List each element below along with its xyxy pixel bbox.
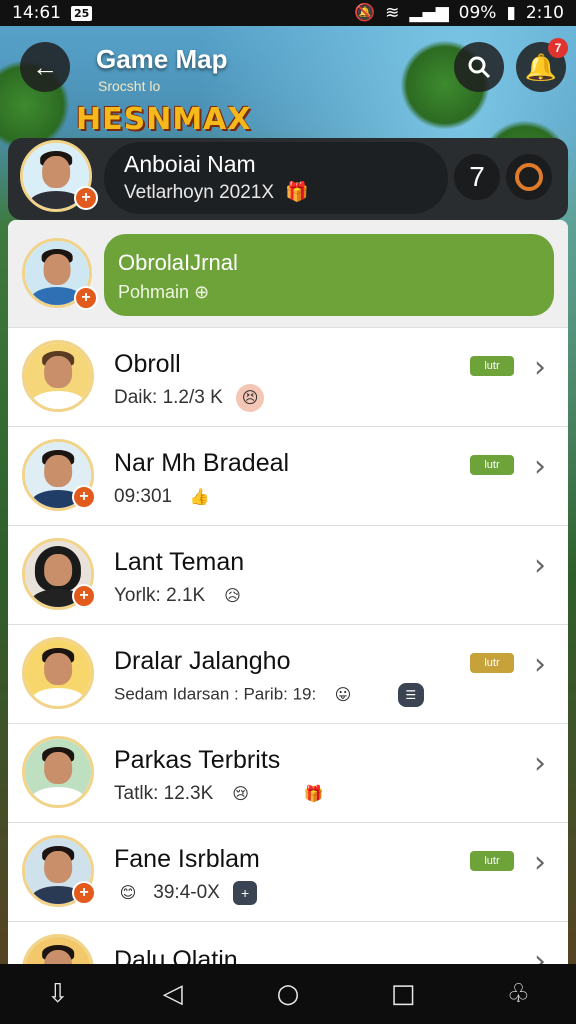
list-item[interactable]: Obroll Daik: 1.2/3 K 😣 lutr › (8, 328, 568, 427)
emoji-reaction-icon: 😣 (236, 384, 265, 412)
system-nav-bar: ⇩ ◁ ○ □ ♧ (0, 964, 576, 1024)
add-badge-icon[interactable]: + (72, 881, 96, 905)
contact-status: Sedam Idarsan : Parib: 19: 😛 ☰ (114, 681, 424, 709)
add-badge-icon[interactable]: + (74, 186, 98, 210)
avatar (22, 340, 94, 412)
gift-icon: 🎁 (285, 182, 309, 203)
mute-icon: 🔕 (354, 3, 376, 23)
chevron-right-icon[interactable]: › (534, 746, 546, 781)
chevron-right-icon[interactable]: › (534, 845, 546, 880)
status-badge: 25 (71, 5, 93, 21)
profile-name: Anboiai Nam (124, 151, 256, 177)
add-badge-icon[interactable]: + (72, 485, 96, 509)
counter-value: 7 (469, 161, 485, 192)
status-time-right: 2:10 (525, 3, 564, 23)
contact-status-text: 09:301 (114, 486, 173, 508)
contact-status-text: Sedam Idarsan : Parib: 19: (114, 684, 317, 704)
search-button[interactable] (454, 42, 504, 92)
contact-status-text: Daik: 1.2/3 K (114, 387, 223, 409)
chevron-right-icon[interactable]: › (534, 647, 546, 682)
page-subtitle: Srocsht lo (98, 78, 161, 94)
list-item[interactable]: Parkas Terbrits Tatlk: 12.3K 😢 🎁 › (8, 724, 568, 823)
counter-button[interactable]: 7 (454, 154, 500, 200)
contact-name: Nar Mh Bradeal (114, 449, 290, 477)
status-time-left: 14:61 (12, 3, 61, 23)
profile-subtitle: Vetlarhoyn 2021X 🎁 (124, 180, 309, 204)
list-item[interactable]: Dralar Jalangho Sedam Idarsan : Parib: 1… (8, 625, 568, 724)
contact-status: 😊 39:4-0X + (114, 879, 258, 907)
search-icon (468, 56, 491, 79)
contact-status: Pohmain ⊕ (118, 282, 209, 303)
battery-icon: ▮ (506, 3, 516, 23)
thumbs-up-icon: 👍 (189, 489, 210, 506)
contact-name: Parkas Terbrits (114, 746, 281, 774)
smile-face-icon: 😊 (119, 885, 137, 902)
profile-subtitle-text: Vetlarhoyn 2021X (124, 182, 275, 203)
nav-recents-button[interactable]: □ (373, 979, 433, 1009)
contact-name: Obroll (114, 350, 181, 378)
signal-icon: ▂▄▆ (409, 3, 449, 23)
contact-list: + ObrolaIJrnal Pohmain ⊕ Obroll Daik: 1.… (8, 220, 568, 980)
list-item[interactable]: + Fane Isrblam 😊 39:4-0X + lutr › (8, 823, 568, 922)
page-title: Game Map (96, 44, 228, 74)
list-item[interactable]: + Lant Teman Yorlk: 2.1K 😥 › (8, 526, 568, 625)
status-bar: 14:61 25 🔕 ≋ ▂▄▆ 09% ▮ 2:10 (0, 0, 576, 26)
crying-face-icon: 😢 (232, 786, 249, 803)
notifications-button[interactable]: 🔔 7 (516, 38, 568, 92)
status-badge: lutr (470, 356, 514, 376)
contact-status: Daik: 1.2/3 K 😣 (114, 384, 265, 412)
contact-status-text: Pohmain (118, 282, 190, 302)
accessibility-icon[interactable]: ♧ (488, 979, 548, 1009)
back-button[interactable]: ← (20, 42, 70, 92)
list-item[interactable]: + ObrolaIJrnal Pohmain ⊕ (8, 220, 568, 328)
wifi-icon: ≋ (385, 3, 400, 23)
contact-status-text: 39:4-0X (153, 882, 220, 904)
calendar-icon: + (233, 881, 258, 905)
battery-percent: 09% (458, 3, 497, 23)
add-badge-icon[interactable]: + (72, 584, 96, 608)
collapse-icon[interactable]: ⇩ (28, 979, 88, 1009)
add-badge-icon[interactable]: + (74, 286, 98, 310)
notification-count: 7 (548, 38, 568, 58)
contact-name: Lant Teman (114, 548, 245, 576)
list-item[interactable]: + Nar Mh Bradeal 09:301 👍 lutr › (8, 427, 568, 526)
contact-name: Fane Isrblam (114, 845, 260, 873)
nav-home-button[interactable]: ○ (258, 979, 318, 1009)
contact-status: 09:301 👍 (114, 483, 213, 511)
game-logo: HESNMAX (76, 102, 252, 137)
chat-icon: ☰ (397, 683, 424, 707)
header: ← Game Map Srocsht lo HESNMAX 🔔 7 (0, 26, 576, 138)
sad-face-icon: 😥 (224, 588, 241, 605)
tongue-face-icon: 😛 (334, 687, 352, 704)
status-badge: lutr (470, 653, 514, 673)
gift-icon: 🎁 (303, 786, 324, 803)
coin-button[interactable] (506, 154, 552, 200)
coin-icon (515, 163, 543, 191)
avatar (22, 736, 94, 808)
contact-status: Yorlk: 2.1K 😥 (114, 582, 246, 610)
contact-status-text: Tatlk: 12.3K (114, 783, 214, 805)
chevron-right-icon[interactable]: › (534, 449, 546, 484)
contact-name: Dralar Jalangho (114, 647, 291, 675)
profile-card[interactable]: + Anboiai Nam Vetlarhoyn 2021X 🎁 7 (8, 138, 568, 220)
contact-name: ObrolaIJrnal (118, 250, 238, 275)
arrow-left-icon: ← (32, 51, 58, 82)
status-badge: lutr (470, 455, 514, 475)
contact-status-text: Yorlk: 2.1K (114, 585, 206, 607)
nav-back-button[interactable]: ◁ (143, 979, 203, 1009)
avatar (22, 637, 94, 709)
status-badge: lutr (470, 851, 514, 871)
location-pin-icon: ⊕ (194, 282, 210, 302)
chevron-right-icon[interactable]: › (534, 548, 546, 583)
chevron-right-icon[interactable]: › (534, 350, 546, 385)
contact-status: Tatlk: 12.3K 😢 🎁 (114, 780, 328, 808)
